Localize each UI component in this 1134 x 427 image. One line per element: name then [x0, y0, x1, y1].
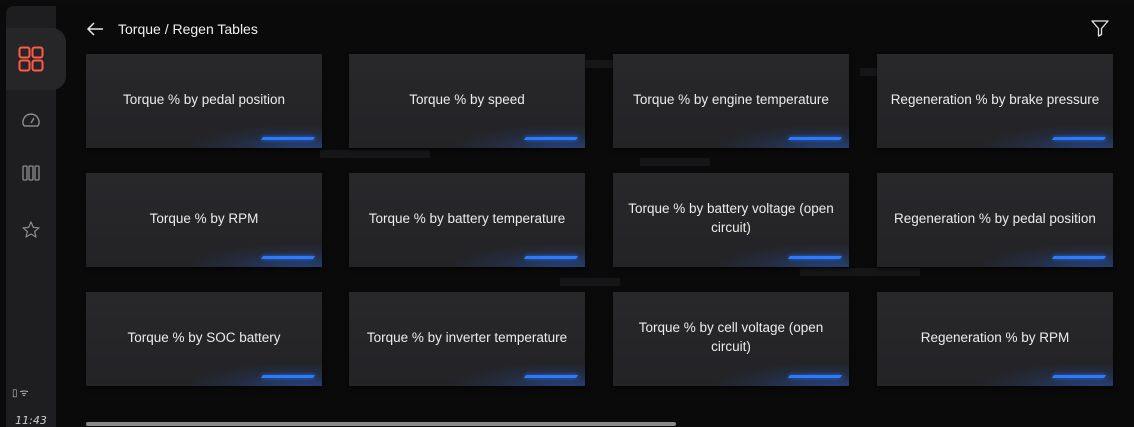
card-label: Torque % by pedal position: [122, 91, 286, 107]
table-card-7[interactable]: Regeneration % by pedal position: [877, 173, 1113, 267]
table-card-9[interactable]: Torque % by inverter temperature: [349, 292, 585, 386]
card-accent: [787, 137, 843, 140]
card-accent: [787, 256, 843, 259]
table-card-1[interactable]: Torque % by speed: [349, 54, 585, 148]
card-label: Regeneration % by RPM: [920, 329, 1070, 345]
card-accent: [260, 137, 316, 140]
card-accent: [260, 256, 316, 259]
clock: 11:43: [15, 414, 47, 427]
card-label: Torque % by cell voltage (open circuit): [638, 320, 824, 354]
card-accent: [523, 137, 579, 140]
card-accent: [787, 375, 843, 378]
background-streak: [800, 268, 920, 276]
columns-icon[interactable]: [17, 159, 45, 187]
sidebar: ▯ᯤ 11:43: [6, 6, 66, 427]
background-streak: [640, 158, 710, 166]
top-frame: [0, 0, 1134, 6]
card-label: Torque % by RPM: [149, 210, 259, 226]
card-accent: [1051, 137, 1107, 140]
background-streak: [560, 278, 620, 286]
table-card-2[interactable]: Torque % by engine temperature: [613, 54, 849, 148]
star-icon[interactable]: [17, 216, 45, 244]
battery-icon: ▯: [12, 388, 20, 399]
table-card-0[interactable]: Torque % by pedal position: [86, 54, 322, 148]
table-card-8[interactable]: Torque % by SOC battery: [86, 292, 322, 386]
apps-icon[interactable]: [17, 45, 45, 73]
card-label: Torque % by engine temperature: [633, 91, 829, 107]
card-label: Torque % by speed: [409, 91, 525, 107]
table-card-3[interactable]: Regeneration % by brake pressure: [877, 54, 1113, 148]
card-label: Torque % by inverter temperature: [366, 329, 568, 345]
table-card-11[interactable]: Regeneration % by RPM: [877, 292, 1113, 386]
status-icons: ▯ᯤ: [12, 385, 31, 399]
table-card-6[interactable]: Torque % by battery voltage (open circui…: [613, 173, 849, 267]
card-label: Regeneration % by brake pressure: [890, 91, 1100, 107]
back-arrow-icon[interactable]: [86, 17, 110, 41]
background-streak: [320, 150, 430, 158]
header: Torque / Regen Tables: [86, 14, 258, 44]
card-label: Regeneration % by pedal position: [894, 210, 1096, 226]
card-accent: [1051, 256, 1107, 259]
table-card-10[interactable]: Torque % by cell voltage (open circuit): [613, 292, 849, 386]
card-label: Torque % by battery voltage (open circui…: [628, 201, 834, 235]
card-accent: [523, 375, 579, 378]
card-label: Torque % by SOC battery: [127, 329, 281, 345]
table-card-4[interactable]: Torque % by RPM: [86, 173, 322, 267]
horizontal-scrollbar[interactable]: [86, 422, 676, 426]
card-accent: [1051, 375, 1107, 378]
card-accent: [260, 375, 316, 378]
gauge-icon[interactable]: [17, 107, 45, 135]
wifi-icon: ᯤ: [19, 388, 31, 399]
page-title: Torque / Regen Tables: [118, 21, 258, 37]
filter-icon[interactable]: [1090, 18, 1110, 38]
table-card-5[interactable]: Torque % by battery temperature: [349, 173, 585, 267]
card-accent: [523, 256, 579, 259]
card-label: Torque % by battery temperature: [368, 210, 566, 226]
